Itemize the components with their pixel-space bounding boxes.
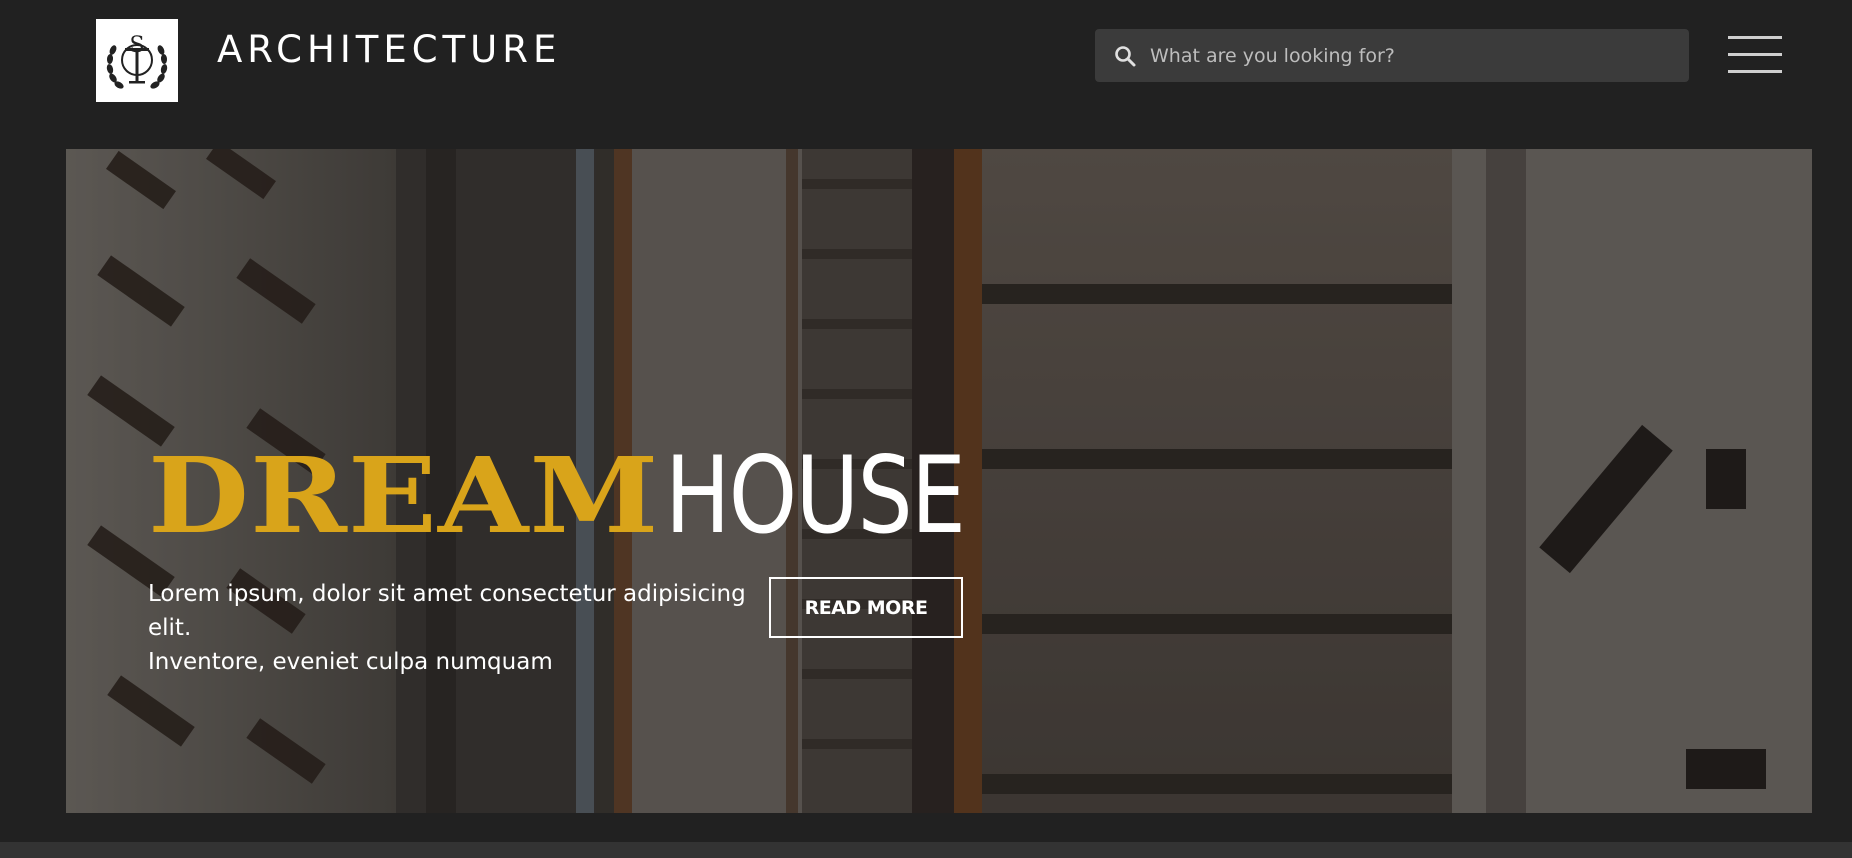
- logo[interactable]: S: [96, 19, 178, 102]
- hero-title-main: HOUSE: [664, 434, 966, 557]
- search-bar[interactable]: [1095, 29, 1689, 82]
- hero-description-line: Inventore, eveniet culpa numquam: [148, 649, 553, 675]
- menu-line: [1728, 53, 1782, 56]
- next-section-edge: [0, 842, 1852, 858]
- search-input[interactable]: [1148, 34, 1672, 77]
- hero-description-line: Lorem ipsum, dolor sit amet consectetur …: [148, 581, 746, 641]
- menu-line: [1728, 70, 1782, 73]
- monogram-logo-icon: S: [106, 33, 168, 89]
- hero-title: DREAMHOUSE: [148, 441, 1030, 551]
- read-more-button[interactable]: READ MORE: [769, 577, 963, 638]
- hero-banner: DREAMHOUSE Lorem ipsum, dolor sit amet c…: [66, 149, 1812, 813]
- hero-description: Lorem ipsum, dolor sit amet consectetur …: [148, 577, 768, 679]
- hero-title-accent: DREAM: [148, 434, 660, 557]
- site-header: S ARCHITECTURE: [0, 0, 1852, 148]
- search-icon[interactable]: [1112, 43, 1138, 69]
- hamburger-menu-icon[interactable]: [1728, 36, 1782, 74]
- menu-line: [1728, 36, 1782, 39]
- brand-name[interactable]: ARCHITECTURE: [217, 28, 561, 72]
